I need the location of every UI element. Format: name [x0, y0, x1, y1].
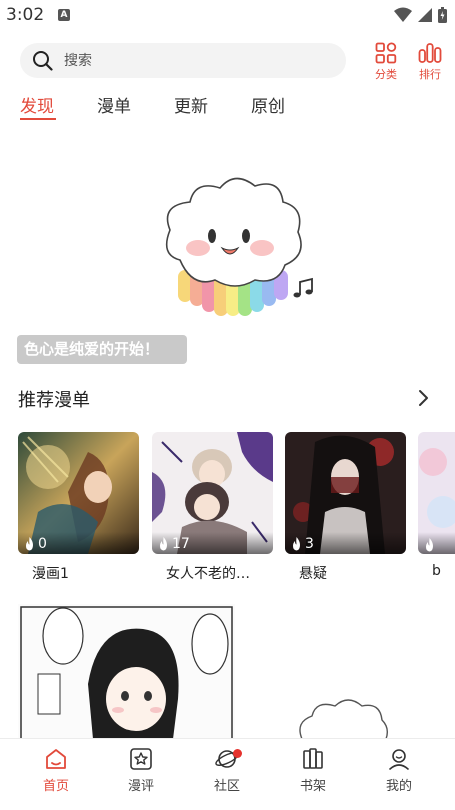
notification-dot — [233, 749, 242, 758]
tab-comic-lists[interactable]: 漫单 — [97, 92, 131, 122]
ranking-label: 排行 — [419, 68, 441, 81]
search-icon — [33, 51, 53, 71]
search-bar[interactable] — [20, 43, 346, 78]
star-icon — [130, 748, 152, 770]
nav-profile[interactable]: 我的 — [369, 747, 429, 794]
heat-count: 0 — [24, 536, 47, 552]
bottom-nav: 首页 漫评 社区 书架 我的 — [0, 738, 455, 810]
cloud-mascot-illustration — [165, 177, 313, 316]
wifi-icon — [394, 7, 412, 22]
cloud-mascot-placeholder — [299, 699, 389, 739]
comic-list-card[interactable]: 17 女人不老的… — [152, 432, 273, 582]
notification-icon: A — [58, 9, 70, 21]
feed-item[interactable] — [18, 604, 235, 739]
card-title: 悬疑 — [299, 566, 327, 582]
bookshelf-icon — [303, 748, 323, 769]
active-tab-indicator — [20, 118, 56, 120]
ranking-icon — [418, 43, 442, 63]
nav-comic-reviews[interactable]: 漫评 — [111, 747, 171, 794]
flame-icon — [160, 537, 167, 551]
search-input[interactable] — [64, 43, 324, 78]
nav-bookshelf-label: 书架 — [299, 779, 326, 794]
signal-icon — [418, 8, 432, 22]
card-title: 女人不老的… — [166, 566, 250, 582]
nav-bookshelf[interactable]: 书架 — [283, 747, 343, 794]
tab-original[interactable]: 原创 — [251, 92, 285, 122]
nav-community-label: 社区 — [213, 779, 240, 794]
tab-bar: 发现 漫单 更新 原创 — [0, 92, 455, 124]
card-cover: 17 — [152, 432, 273, 554]
battery-icon — [438, 7, 447, 23]
feed-item[interactable] — [240, 604, 455, 739]
home-icon — [46, 749, 66, 769]
comic-list-card[interactable]: 3 悬疑 — [285, 432, 406, 582]
category-label: 分类 — [375, 68, 397, 81]
card-cover: 3 — [285, 432, 406, 554]
card-title: b — [432, 563, 441, 579]
status-bar: 3:02 A — [0, 0, 455, 32]
flame-icon — [426, 538, 433, 552]
nav-community[interactable]: 社区 — [197, 747, 257, 794]
comic-list-card[interactable]: b — [418, 432, 455, 592]
heat-count: 3 — [291, 536, 314, 552]
nav-profile-label: 我的 — [385, 779, 412, 794]
flame-icon — [293, 537, 300, 551]
status-time: 3:02 — [6, 5, 45, 25]
comic-list-card[interactable]: 0 漫画1 — [18, 432, 139, 582]
tab-updates[interactable]: 更新 — [174, 92, 208, 122]
section-title-recommended: 推荐漫单 — [18, 390, 90, 411]
profile-icon — [389, 749, 409, 770]
category-button[interactable]: 分类 — [366, 42, 406, 82]
nav-home-label: 首页 — [42, 779, 69, 794]
heat-count — [424, 538, 435, 552]
ranking-button[interactable]: 排行 — [410, 42, 450, 82]
banner-caption: 色心是纯爱的开始！ — [17, 335, 187, 364]
status-icons — [394, 7, 447, 23]
chevron-right-icon[interactable] — [414, 389, 432, 407]
heat-count: 17 — [158, 536, 190, 552]
card-cover — [418, 432, 455, 554]
nav-home[interactable]: 首页 — [26, 747, 86, 794]
manga-panel-illustration — [18, 604, 235, 739]
nav-comic-reviews-label: 漫评 — [127, 779, 154, 794]
banner[interactable] — [0, 130, 455, 365]
card-cover: 0 — [18, 432, 139, 554]
card-title: 漫画1 — [32, 566, 69, 582]
flame-icon — [26, 537, 33, 551]
category-icon — [375, 42, 397, 64]
